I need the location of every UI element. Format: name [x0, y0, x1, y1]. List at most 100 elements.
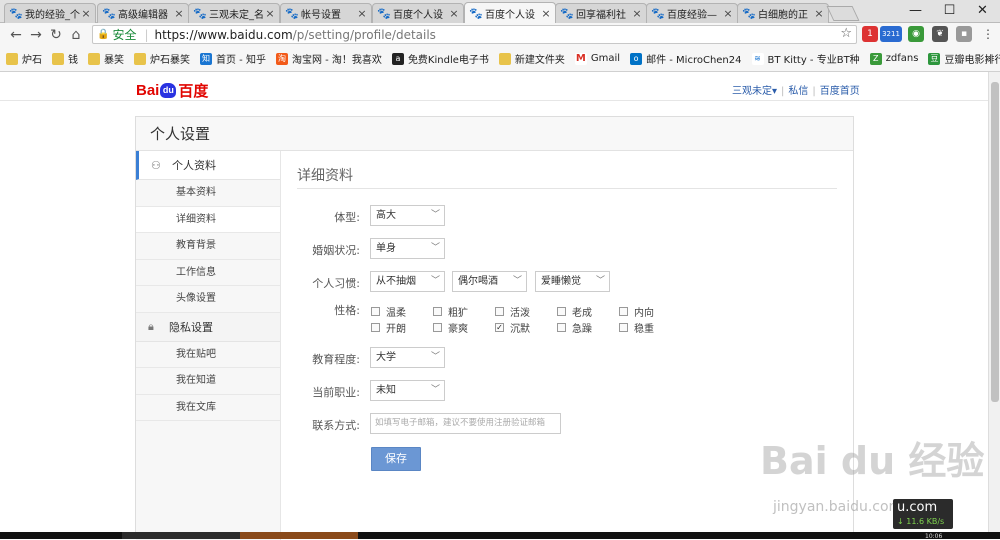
personality-checkbox[interactable]: 急躁	[557, 320, 592, 335]
scrollbar-thumb[interactable]	[991, 82, 999, 402]
bookmark-label: zdfans	[885, 53, 919, 64]
close-tab-icon[interactable]: ×	[541, 7, 551, 20]
sidebar-item-zhidao[interactable]: 我在知道	[136, 368, 280, 395]
reload-icon[interactable]: ↻	[46, 25, 66, 45]
bookmark-folder[interactable]: 炉石暴笑	[134, 51, 190, 66]
sleeping-select[interactable]: 爱睡懒觉 ﹀	[535, 271, 610, 292]
close-tab-icon[interactable]: ×	[449, 7, 459, 20]
chevron-down-icon: ﹀	[430, 276, 440, 286]
bookmark-star-icon[interactable]: ☆	[840, 26, 852, 41]
minimize-button[interactable]: —	[898, 0, 933, 22]
personality-checkbox[interactable]: 老成	[557, 304, 592, 319]
section-title: 详细资料	[297, 168, 353, 184]
bookmark-folder[interactable]: 暴笑	[88, 51, 124, 66]
extension-badge-icon[interactable]: 3211	[880, 26, 902, 42]
forward-arrow-icon[interactable]: →	[26, 25, 46, 45]
close-tab-icon[interactable]: ×	[814, 7, 824, 20]
drinking-select[interactable]: 偶尔喝酒 ﹀	[452, 271, 527, 292]
checkbox-icon	[619, 323, 628, 332]
address-bar[interactable]: 🔒 安全 | https://www.baidu.com/p/setting/p…	[92, 25, 857, 44]
browser-tab[interactable]: 🐾 白细胞的正 ×	[737, 3, 829, 23]
close-tab-icon[interactable]: ×	[174, 7, 184, 20]
checkbox-icon	[619, 307, 628, 316]
personality-checkbox[interactable]: 稳重	[619, 320, 654, 335]
sidebar-item-basic[interactable]: 基本资料	[136, 180, 280, 207]
close-tab-icon[interactable]: ×	[265, 7, 275, 20]
baidu-home-link[interactable]: 百度首页	[820, 86, 860, 97]
evernote-icon[interactable]: ❦	[932, 26, 948, 42]
message-link[interactable]: 私信	[788, 86, 808, 97]
url-host: https://www.baidu.com	[154, 27, 293, 42]
education-select[interactable]: 大学 ﹀	[370, 347, 445, 368]
select-value: 高大	[376, 210, 396, 221]
bookmark-link[interactable]: 淘淘宝网 - 淘！我喜欢	[275, 51, 382, 66]
sidebar-group-profile[interactable]: ⚇ 个人资料	[136, 151, 280, 180]
douban-icon: 豆	[928, 52, 941, 65]
browser-tab[interactable]: 🐾 三观未定_名 ×	[188, 3, 280, 23]
sidebar-item-wenku[interactable]: 我在文库	[136, 395, 280, 421]
smoking-select[interactable]: 从不抽烟 ﹀	[370, 271, 445, 292]
browser-tab[interactable]: 🐾 百度个人设 ×	[372, 3, 464, 23]
more-bookmarks-icon[interactable]: »	[985, 52, 992, 66]
sidebar-item-avatar[interactable]: 头像设置	[136, 286, 280, 313]
extension-icon[interactable]: ▪	[956, 26, 972, 42]
vertical-scrollbar[interactable]	[988, 72, 1000, 539]
bookmark-link[interactable]: a 免费Kindle电子书	[391, 51, 489, 66]
checkbox-label: 豪爽	[448, 324, 468, 335]
browser-tab[interactable]: 🐾 帐号设置 ×	[280, 3, 372, 23]
personality-checkbox-checked[interactable]: ✓ 沉默	[495, 320, 530, 335]
taskbar-item[interactable]	[122, 532, 240, 539]
tab-title: 百度个人设	[485, 10, 535, 21]
contact-input[interactable]: 如填写电子邮箱，建议不要使用注册验证邮箱	[370, 413, 561, 434]
bookmark-folder[interactable]: 新建文件夹	[498, 51, 565, 66]
menu-icon[interactable]: ⋮	[980, 26, 996, 42]
new-tab-button[interactable]	[826, 6, 860, 21]
close-tab-icon[interactable]: ×	[81, 7, 91, 20]
body-type-select[interactable]: 高大 ﹀	[370, 205, 445, 226]
divider: |	[812, 86, 816, 97]
browser-tab[interactable]: 🐾 我的经验_个 ×	[4, 3, 96, 23]
checkbox-label: 温柔	[386, 308, 406, 319]
extension-icon[interactable]: 1	[862, 26, 878, 42]
personality-checkbox[interactable]: 开朗	[371, 320, 406, 335]
baidu-paw-icon: 🐾	[742, 6, 756, 20]
chrome-extension-icon[interactable]: ◉	[908, 26, 924, 42]
sidebar-group-privacy[interactable]: 🔒︎ 隐私设置	[136, 312, 280, 342]
sidebar-item-details[interactable]: 详细资料	[136, 206, 280, 233]
bookmark-folder[interactable]: 炉石	[6, 51, 42, 66]
save-button[interactable]: 保存	[371, 447, 421, 471]
close-tab-icon[interactable]: ×	[723, 7, 733, 20]
baidu-logo[interactable]: Bai du 百度	[136, 80, 208, 101]
tab-title: 帐号设置	[301, 10, 341, 21]
sidebar-item-education[interactable]: 教育背景	[136, 233, 280, 260]
zdfans-icon: Z	[869, 52, 882, 65]
marriage-select[interactable]: 单身 ﹀	[370, 238, 445, 259]
browser-tab-active[interactable]: 🐾 百度个人设 ×	[464, 2, 556, 24]
personality-checkbox[interactable]: 温柔	[371, 304, 406, 319]
bookmark-link[interactable]: 知首页 - 知乎	[200, 51, 266, 66]
sidebar-item-work[interactable]: 工作信息	[136, 260, 280, 286]
back-arrow-icon[interactable]: ←	[6, 25, 26, 45]
bookmark-link[interactable]: M Gmail	[574, 52, 620, 65]
bookmark-folder[interactable]: 钱	[52, 51, 78, 66]
bookmark-link[interactable]: Zzdfans	[869, 52, 919, 65]
personality-checkbox[interactable]: 活泼	[495, 304, 530, 319]
browser-tab[interactable]: 🐾 百度经验— ×	[646, 3, 738, 23]
browser-tab[interactable]: 🐾 高级编辑器 ×	[97, 3, 189, 23]
close-window-button[interactable]: ✕	[965, 0, 1000, 22]
bookmark-link[interactable]: o 邮件 - MicroChen24	[630, 51, 742, 66]
username-dropdown[interactable]: 三观未定▾	[732, 86, 777, 97]
personality-checkbox[interactable]: 豪爽	[433, 320, 468, 335]
sidebar-item-tieba[interactable]: 我在贴吧	[136, 342, 280, 368]
browser-tab[interactable]: 🐾 回享福利社 ×	[555, 3, 647, 23]
personality-checkbox[interactable]: 粗犷	[433, 304, 468, 319]
personality-checkbox[interactable]: 内向	[619, 304, 654, 319]
bookmark-link[interactable]: ≋ BT Kitty - 专业BT种	[751, 51, 860, 66]
home-icon[interactable]: ⌂	[66, 25, 86, 45]
tab-title: 百度个人设	[393, 10, 443, 21]
close-tab-icon[interactable]: ×	[632, 7, 642, 20]
close-tab-icon[interactable]: ×	[357, 7, 367, 20]
job-select[interactable]: 未知 ﹀	[370, 380, 445, 401]
maximize-button[interactable]: ☐	[932, 0, 967, 22]
taskbar-item[interactable]	[240, 532, 358, 539]
